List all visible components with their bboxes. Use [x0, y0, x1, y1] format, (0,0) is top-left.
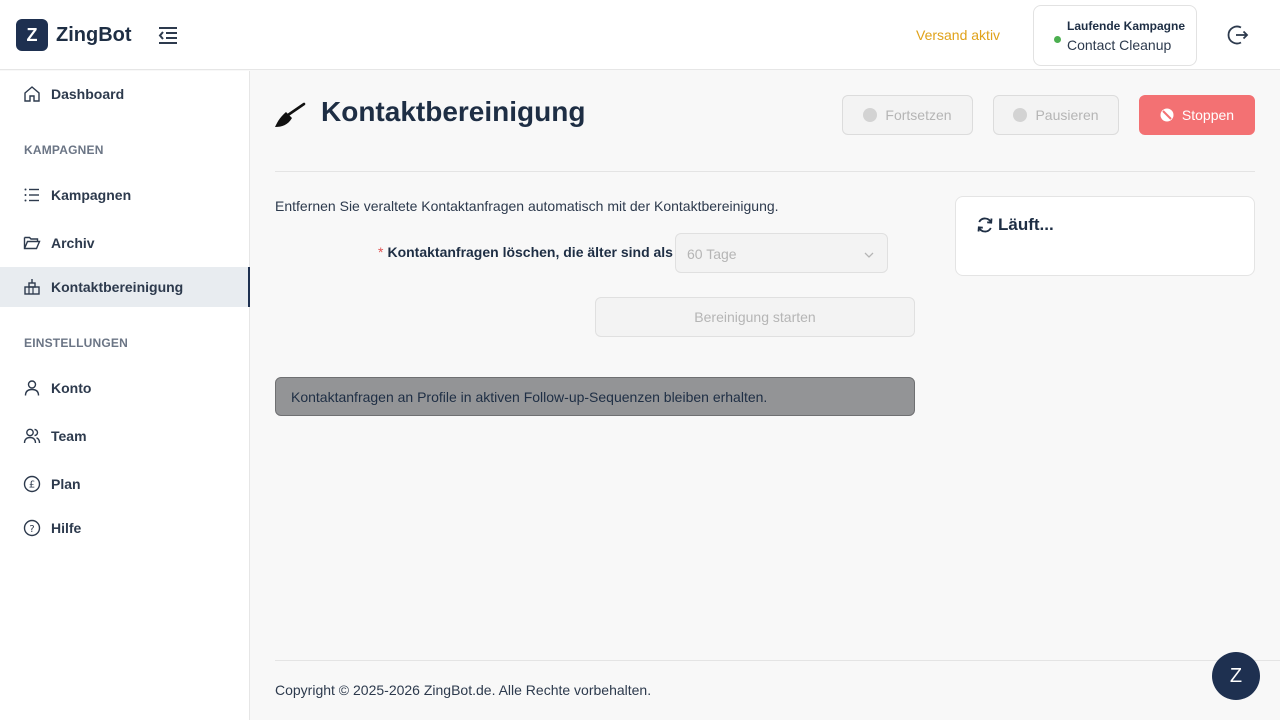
start-cleanup-button[interactable]: Bereinigung starten	[595, 297, 915, 337]
stop-button-label: Stoppen	[1181, 107, 1235, 123]
logout-icon[interactable]	[1226, 23, 1250, 47]
pause-button[interactable]: Pausieren	[993, 95, 1119, 135]
question-circle-icon: ?	[23, 519, 41, 537]
chat-button[interactable]: Z	[1212, 652, 1260, 700]
section-heading-campaigns: KAMPAGNEN	[24, 143, 104, 157]
pause-button-label: Pausieren	[1035, 107, 1099, 123]
sidebar-item-label: Kontaktbereinigung	[51, 279, 184, 295]
team-icon	[23, 427, 41, 445]
sidebar-item-label: Plan	[51, 476, 81, 492]
sidebar-collapse-icon[interactable]	[156, 24, 180, 46]
sidebar: Dashboard KAMPAGNEN Kampagnen Archiv Kon…	[0, 71, 250, 720]
status-card: Läuft...	[955, 196, 1255, 276]
sidebar-item-label: Kampagnen	[51, 187, 132, 203]
sidebar-item-cleanup[interactable]: Kontaktbereinigung	[0, 267, 250, 307]
footer-copyright: Copyright © 2025-2026 ZingBot.de. Alle R…	[275, 682, 652, 698]
resume-button[interactable]: Fortsetzen	[842, 95, 973, 135]
age-field-label: * Kontaktanfragen löschen, die älter sind…	[378, 244, 681, 260]
chevron-down-icon	[863, 248, 875, 260]
broom-icon	[23, 278, 41, 296]
sidebar-item-archive[interactable]: Archiv	[0, 223, 250, 263]
required-marker: *	[378, 244, 384, 260]
info-banner-text: Kontaktanfragen an Profile in aktiven Fo…	[291, 389, 768, 405]
loading-spinner-icon	[976, 216, 994, 234]
sidebar-item-dashboard[interactable]: Dashboard	[0, 74, 250, 114]
folder-open-icon	[23, 234, 41, 252]
sidebar-item-account[interactable]: Konto	[0, 368, 250, 408]
status-text: Läuft...	[998, 215, 1054, 234]
user-icon	[23, 379, 41, 397]
brand-name[interactable]: ZingBot	[56, 24, 132, 47]
running-campaign-name: Contact Cleanup	[1067, 37, 1172, 53]
stop-button[interactable]: Stoppen	[1139, 95, 1255, 135]
broom-icon	[274, 101, 306, 129]
play-circle-icon	[863, 108, 878, 122]
info-banner: Kontaktanfragen an Profile in aktiven Fo…	[275, 377, 915, 416]
page-title: Kontaktbereinigung	[321, 96, 586, 127]
svg-text:?: ?	[29, 524, 34, 535]
sidebar-item-label: Hilfe	[51, 520, 82, 536]
list-icon	[23, 186, 41, 204]
running-campaign-card[interactable]: Laufende Kampagne Contact Cleanup	[1033, 5, 1197, 66]
sidebar-item-campaigns[interactable]: Kampagnen	[0, 175, 250, 215]
resume-button-label: Fortsetzen	[885, 107, 952, 123]
sidebar-item-team[interactable]: Team	[0, 416, 250, 456]
pound-coin-icon: £	[23, 475, 41, 493]
footer-divider	[275, 660, 1280, 661]
sending-status: Versand aktiv	[916, 27, 1001, 43]
home-icon	[23, 85, 41, 103]
sidebar-item-label: Team	[51, 428, 87, 444]
sidebar-item-plan[interactable]: £ Plan	[0, 464, 250, 504]
sidebar-item-label: Dashboard	[51, 86, 125, 102]
section-heading-settings: EINSTELLUNGEN	[24, 336, 128, 350]
pause-circle-icon	[1013, 108, 1028, 122]
logo-icon[interactable]: Z	[16, 19, 48, 51]
top-header: Z ZingBot Versand aktiv Laufende Kampagn…	[0, 0, 1280, 70]
stop-icon	[1160, 108, 1174, 122]
title-divider	[275, 171, 1255, 172]
status-dot-icon	[1054, 36, 1061, 43]
running-campaign-title: Laufende Kampagne	[1067, 19, 1186, 33]
age-select[interactable]: 60 Tage	[675, 233, 888, 273]
sidebar-item-help[interactable]: ? Hilfe	[0, 508, 250, 548]
page-description: Entfernen Sie veraltete Kontaktanfragen …	[275, 198, 779, 214]
sidebar-item-label: Archiv	[51, 235, 95, 251]
svg-text:£: £	[29, 480, 35, 491]
age-select-value: 60 Tage	[687, 246, 737, 262]
sidebar-item-label: Konto	[51, 380, 92, 396]
age-field-label-text: Kontaktanfragen löschen, die älter sind …	[387, 244, 673, 260]
